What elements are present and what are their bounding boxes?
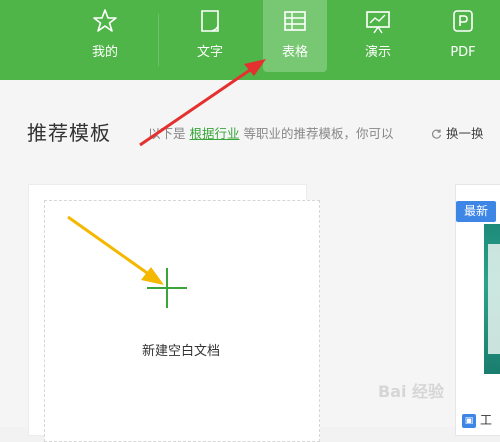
refresh-label: 换一换	[446, 126, 484, 141]
new-badge: 最新	[456, 201, 496, 222]
template-thumbnail[interactable]	[484, 224, 500, 374]
refresh-icon	[432, 129, 442, 139]
tab-spreadsheet[interactable]: 表格	[263, 0, 327, 72]
tab-pdf-label: PDF	[450, 45, 476, 60]
spreadsheet-icon	[284, 11, 306, 31]
tab-mine[interactable]: 我的	[62, 0, 148, 72]
plus-icon	[147, 268, 187, 308]
section-title: 推荐模板	[27, 121, 111, 145]
document-icon	[201, 10, 219, 32]
hint-suffix: 等职业的推荐模板，你可以	[243, 126, 394, 141]
new-blank-document-label: 新建空白文档	[141, 344, 220, 359]
pdf-icon	[453, 10, 473, 32]
watermark-logo: Bai 经验	[378, 382, 445, 401]
top-navigation-bar: 我的 文字 表格 演示 PDF	[0, 0, 500, 80]
tab-writer-label: 文字	[196, 45, 223, 60]
recommend-hint: 以下是 根据行业 等职业的推荐模板，你可以	[148, 123, 394, 142]
new-blank-document-button[interactable]	[44, 200, 320, 442]
tab-presentation-label: 演示	[364, 45, 391, 60]
tab-writer[interactable]: 文字	[170, 0, 250, 72]
presentation-icon	[366, 11, 390, 34]
star-icon	[93, 9, 117, 32]
tab-pdf[interactable]: PDF	[425, 0, 500, 72]
refresh-button[interactable]: 换一换	[432, 123, 484, 142]
template-name[interactable]: 工	[480, 411, 492, 428]
nav-divider	[158, 14, 159, 66]
hint-prefix: 以下是	[148, 126, 186, 141]
tab-presentation[interactable]: 演示	[338, 0, 418, 72]
template-type-icon: ▣	[462, 414, 476, 428]
tab-mine-label: 我的	[91, 45, 118, 60]
tab-spreadsheet-label: 表格	[281, 45, 308, 60]
industry-link[interactable]: 根据行业	[190, 126, 240, 141]
